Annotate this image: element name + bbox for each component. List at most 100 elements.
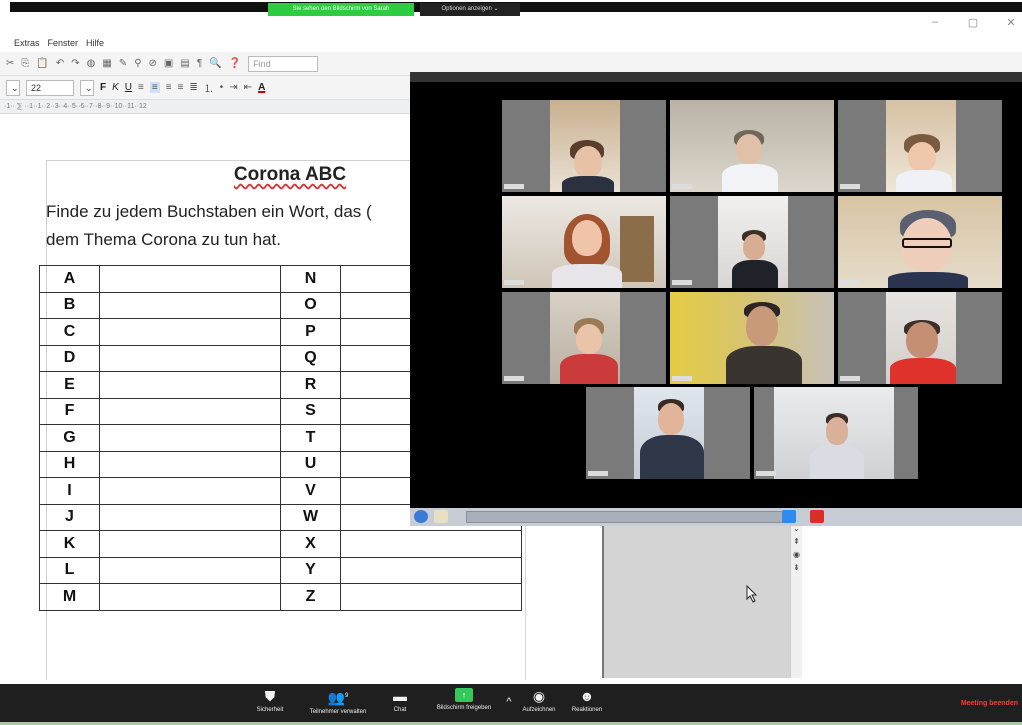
style-dropdown[interactable]: ⌄ (6, 79, 20, 96)
table-icon[interactable]: ▦ (102, 58, 111, 69)
pdf-icon[interactable] (810, 510, 824, 523)
participant-video[interactable] (754, 387, 918, 479)
table-row: MZ (39, 583, 522, 611)
spellcheck-icon[interactable]: ⊘ (149, 58, 157, 69)
name-label (672, 280, 692, 285)
justify-icon[interactable]: ≡ (178, 82, 184, 93)
participant-video[interactable] (502, 292, 666, 384)
security-button[interactable]: ⛊ Sicherheit (250, 688, 290, 713)
answer-cell[interactable] (99, 397, 281, 425)
answer-cell[interactable] (99, 503, 281, 531)
meeting-controls: ⛊ Sicherheit 👥9 Teilnehmer verwalten ▬ C… (0, 684, 1022, 725)
view-options-button[interactable]: Optionen anzeigen ⌄ (420, 3, 520, 16)
bookshelf (620, 216, 654, 282)
navigator-dot-icon[interactable]: ◉ (791, 550, 802, 559)
instruction-line-2: dem Thema Corona zu tun hat. (46, 230, 281, 249)
align-center-icon[interactable]: ≡ (149, 82, 160, 93)
answer-cell[interactable] (99, 291, 281, 319)
maximize-button[interactable]: ▢ (966, 16, 980, 32)
answer-cell[interactable] (99, 530, 281, 558)
answer-cell[interactable] (340, 556, 522, 584)
menu-help[interactable]: Hilfe (86, 38, 104, 48)
menu-bar: Extras Fenster Hilfe (0, 34, 104, 52)
record-label: Aufzeichnen (522, 707, 556, 713)
page-down-icon[interactable]: ⇟ (791, 563, 802, 572)
undo-icon[interactable]: ↶ (56, 58, 64, 69)
close-button[interactable]: ✕ (1004, 16, 1018, 32)
reactions-button[interactable]: ☻ Reaktionen (566, 688, 608, 713)
share-screen-button[interactable]: ↑ Bildschirm freigeben (426, 688, 502, 711)
copy-icon[interactable]: ⎘ (21, 58, 29, 69)
database-icon[interactable]: ▤ (180, 58, 189, 69)
name-label (504, 184, 524, 189)
screen: Sie sehen den Bildschirm von Sarah Optio… (0, 0, 1022, 725)
share-options-chevron-icon[interactable]: ^ (502, 694, 516, 713)
redo-icon[interactable]: ↷ (71, 58, 79, 69)
participant-video[interactable] (502, 100, 666, 192)
answer-cell[interactable] (99, 450, 281, 478)
glasses (902, 238, 952, 248)
gallery-icon[interactable]: ▣ (164, 58, 173, 69)
folder-icon[interactable] (434, 510, 448, 523)
align-left-icon[interactable]: ≡ (138, 82, 144, 93)
minimize-button[interactable]: – (928, 16, 942, 32)
pilcrow-icon[interactable]: ¶ (197, 58, 202, 69)
participant-video[interactable] (838, 196, 1002, 288)
bold-button[interactable]: F (100, 82, 106, 93)
bullet-list-icon[interactable]: • (220, 82, 224, 93)
participant-video[interactable] (670, 292, 834, 384)
share-banner: Sie sehen den Bildschirm von Sarah Optio… (0, 0, 1022, 16)
answer-cell[interactable] (99, 371, 281, 399)
answer-cell[interactable] (340, 530, 522, 558)
cut-icon[interactable]: ✂ (6, 58, 14, 69)
answer-cell[interactable] (99, 583, 281, 611)
answer-cell[interactable] (340, 583, 522, 611)
spacing-icon[interactable]: ≣ (189, 82, 197, 93)
chat-button[interactable]: ▬ Chat (386, 688, 414, 713)
answer-cell[interactable] (99, 265, 281, 293)
italic-button[interactable]: K (112, 82, 119, 93)
participant-video[interactable] (838, 100, 1002, 192)
answer-cell[interactable] (99, 477, 281, 505)
table-row: LY (39, 556, 522, 584)
participant-video[interactable] (670, 100, 834, 192)
taskbar-window-button[interactable] (466, 511, 788, 523)
binoculars-icon[interactable]: ⚲ (134, 58, 141, 69)
participants-button[interactable]: 👥9 Teilnehmer verwalten (300, 688, 376, 715)
name-label (672, 376, 692, 381)
browser-icon[interactable] (414, 510, 428, 523)
paste-icon[interactable]: 📋 (36, 58, 48, 69)
font-size-select[interactable]: 22 (26, 79, 74, 96)
participant-video[interactable] (670, 196, 834, 288)
menu-window[interactable]: Fenster (48, 38, 79, 48)
name-label (840, 280, 860, 285)
end-meeting-button[interactable]: Meeting beenden (961, 700, 1018, 707)
align-right-icon[interactable]: ≡ (166, 82, 172, 93)
hyperlink-icon[interactable]: ◍ (87, 58, 96, 69)
zoom-icon[interactable]: 🔍 (209, 58, 221, 69)
participant-video-active-speaker[interactable] (502, 196, 666, 288)
menu-extras[interactable]: Extras (14, 38, 40, 48)
mouse-pointer-icon (746, 585, 758, 603)
answer-cell[interactable] (99, 424, 281, 452)
page-up-icon[interactable]: ⇞ (791, 537, 802, 546)
answer-cell[interactable] (99, 556, 281, 584)
letter-cell: I (39, 477, 100, 505)
letter-cell: Z (280, 583, 341, 611)
zoom-app-icon[interactable] (782, 510, 796, 523)
participant-video[interactable] (838, 292, 1002, 384)
numbered-list-icon[interactable]: ⒈ (204, 80, 214, 95)
font-color-button[interactable]: A (258, 82, 265, 93)
answer-cell[interactable] (99, 318, 281, 346)
record-button[interactable]: ◉ Aufzeichnen (518, 688, 560, 713)
outdent-icon[interactable]: ⇤ (244, 82, 252, 93)
indent-icon[interactable]: ⇥ (229, 82, 237, 93)
participant-video[interactable] (586, 387, 750, 479)
font-size-dropdown[interactable]: ⌄ (80, 79, 94, 96)
help-icon[interactable]: ❓ (229, 58, 241, 69)
answer-cell[interactable] (99, 344, 281, 372)
underline-button[interactable]: U (125, 82, 132, 93)
find-input[interactable]: Find (248, 55, 319, 72)
draw-icon[interactable]: ✎ (119, 58, 127, 69)
vertical-scrollbar[interactable]: ⌄ ⇞ ◉ ⇟ (790, 520, 802, 678)
